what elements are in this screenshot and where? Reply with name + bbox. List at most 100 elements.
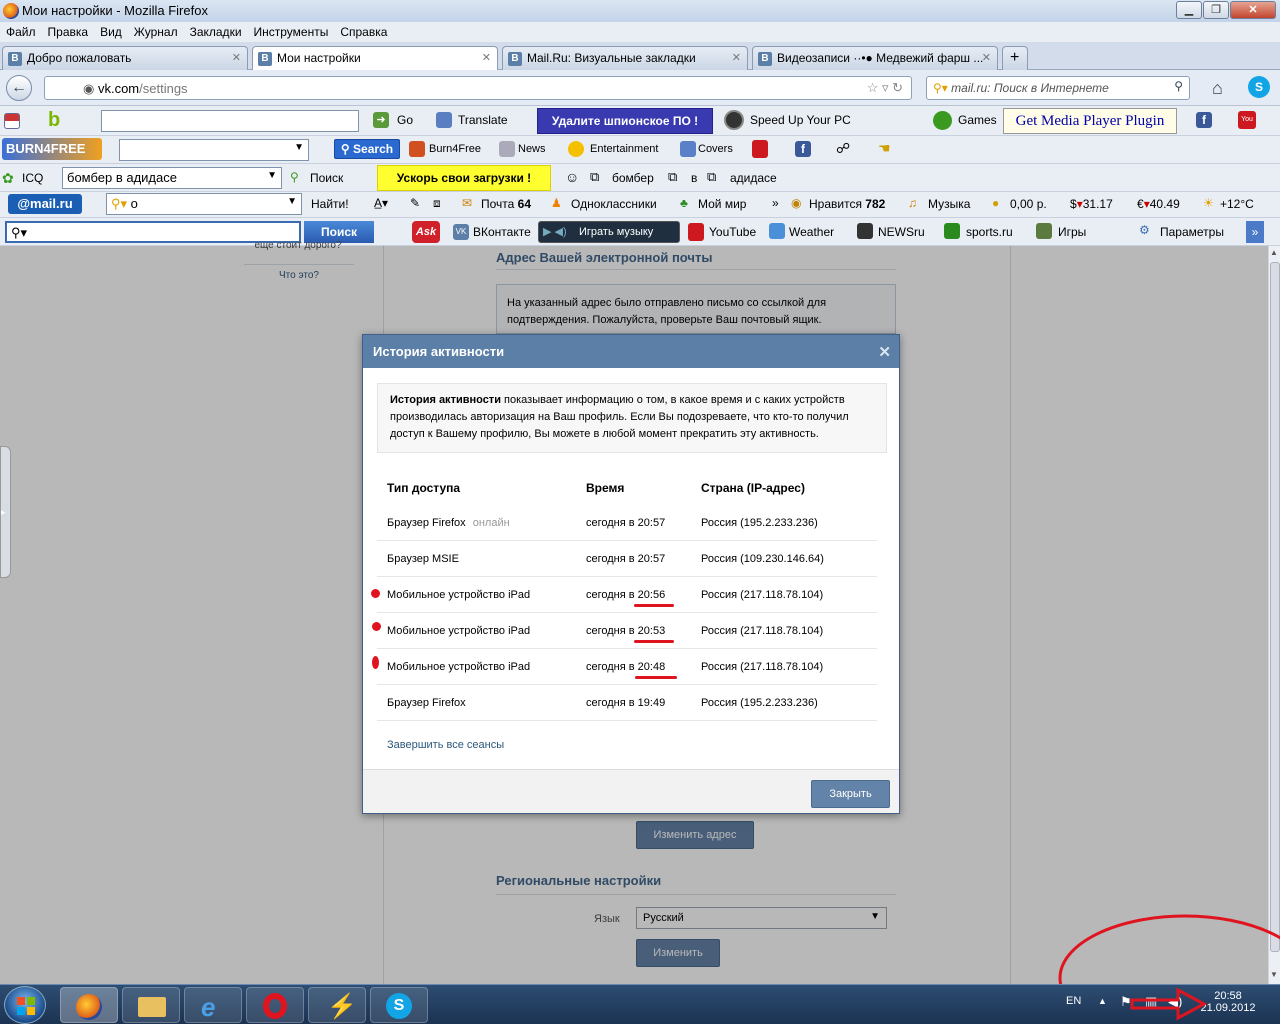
taskbar-explorer[interactable] xyxy=(122,987,180,1023)
minimize-button[interactable]: ▁ xyxy=(1176,1,1202,19)
language-indicator[interactable]: EN xyxy=(1066,995,1081,1007)
mailru-search-input[interactable]: ⚲▾ о ▼ xyxy=(106,193,302,215)
youtube-icon[interactable]: You xyxy=(1238,111,1256,129)
weather-menu[interactable]: Weather xyxy=(789,225,834,239)
weather-value[interactable]: +12°C xyxy=(1220,197,1254,211)
mail-link[interactable]: Почта 64 xyxy=(481,197,531,211)
tab-welcome[interactable]: B Добро пожаловать ✕ xyxy=(2,46,248,70)
icq-search-button[interactable]: Поиск xyxy=(310,171,343,185)
menu-history[interactable]: Журнал xyxy=(128,22,184,39)
highlight-word-1[interactable]: бомбер xyxy=(612,171,654,185)
facebook-icon[interactable]: f xyxy=(795,141,811,157)
taskbar-ie[interactable]: e xyxy=(184,987,242,1023)
speed-downloads-button[interactable]: Ускорь свои загрузки ! xyxy=(377,165,551,191)
taskbar-firefox[interactable] xyxy=(60,987,118,1023)
vkontakte-link[interactable]: ВКонтакте xyxy=(473,225,531,239)
menu-bookmarks[interactable]: Закладки xyxy=(184,22,248,39)
go-button[interactable]: Go xyxy=(397,113,413,127)
parameters-menu[interactable]: Параметры xyxy=(1160,225,1224,239)
close-tab-icon[interactable]: ✕ xyxy=(732,51,741,64)
entertainment-menu[interactable]: Entertainment xyxy=(590,143,658,155)
icq-menu[interactable]: ICQ xyxy=(22,171,43,185)
burn4free-logo-icon[interactable]: BURN4FREE xyxy=(2,138,102,160)
play-music-widget[interactable]: ▶ ◀) Играть музыку xyxy=(538,221,680,243)
share-icon[interactable]: ☍ xyxy=(836,140,850,157)
eur-rate[interactable]: €▾40.49 xyxy=(1137,197,1180,211)
burn4free-menu[interactable]: Burn4Free xyxy=(429,143,481,155)
menu-file[interactable]: Файл xyxy=(0,22,42,39)
smiley-icon[interactable]: ☺ xyxy=(565,169,579,185)
new-tab-button[interactable]: + xyxy=(1002,46,1028,70)
menu-edit[interactable]: Правка xyxy=(42,22,95,39)
scroll-thumb[interactable] xyxy=(1270,262,1280,952)
ask-logo-icon[interactable]: Ask xyxy=(412,221,440,243)
skype-icon[interactable]: S xyxy=(1248,76,1270,98)
likes-link[interactable]: Нравится 782 xyxy=(809,197,885,211)
highlight-word-3[interactable]: адидасе xyxy=(730,171,777,185)
menu-tools[interactable]: Инструменты xyxy=(248,22,335,39)
youtube-icon[interactable] xyxy=(752,140,768,158)
chevron-right-icon[interactable]: » xyxy=(1246,221,1264,243)
tab-settings[interactable]: B Мои настройки ✕ xyxy=(252,46,498,70)
tray-expand-icon[interactable]: ▲ xyxy=(1098,996,1107,1006)
end-all-sessions-link[interactable]: Завершить все сеансы xyxy=(387,739,504,751)
media-player-plugin-button[interactable]: Get Media Player Plugin xyxy=(1003,108,1177,134)
find-word-icon[interactable]: ⧉ xyxy=(668,169,677,185)
start-button[interactable] xyxy=(4,986,46,1024)
remove-spyware-button[interactable]: Удалите шпионское ПО ! xyxy=(537,108,713,134)
babylon-logo-icon[interactable]: b xyxy=(48,109,60,132)
reload-icon[interactable]: ☆ ▿ ↻ xyxy=(867,80,903,96)
balance-value[interactable]: 0,00 р. xyxy=(1010,197,1047,211)
us-flag-icon[interactable] xyxy=(4,113,20,129)
speed-up-button[interactable]: Speed Up Your PC xyxy=(750,113,851,127)
translate-button[interactable]: Translate xyxy=(458,113,508,127)
icq-search-input[interactable]: бомбер в адидасе ▼ xyxy=(62,167,282,189)
maximize-button[interactable]: ❐ xyxy=(1203,1,1229,19)
games-menu[interactable]: Игры xyxy=(1058,225,1086,239)
taskbar-skype[interactable]: S xyxy=(370,987,428,1023)
babylon-search-input[interactable] xyxy=(101,110,359,132)
covers-menu[interactable]: Covers xyxy=(698,143,733,155)
find-word-icon[interactable]: ⧉ xyxy=(590,169,599,185)
url-bar[interactable]: ◉ vk.com/settings ☆ ▿ ↻ xyxy=(44,76,912,100)
hand-icon[interactable]: ☚ xyxy=(878,140,891,157)
burn4free-search-input[interactable]: ▼ xyxy=(119,139,309,161)
close-tab-icon[interactable]: ✕ xyxy=(232,51,241,64)
taskbar-winamp[interactable]: ⚡ xyxy=(308,987,366,1023)
play-icon[interactable]: ▶ ◀) xyxy=(543,222,567,242)
games-button[interactable]: Games xyxy=(958,113,997,127)
scroll-up-arrow[interactable]: ▲ xyxy=(1270,248,1278,257)
mailru-logo[interactable]: @mail.ru xyxy=(8,194,82,214)
tab-videos[interactable]: B Видеозаписи ··•● Медвежий фарш ... ✕ xyxy=(752,46,998,70)
find-word-icon[interactable]: ⧉ xyxy=(707,169,716,185)
close-tab-icon[interactable]: ✕ xyxy=(982,51,991,64)
odnoklassniki-link[interactable]: Одноклассники xyxy=(571,197,657,211)
home-icon[interactable]: ⌂ xyxy=(1212,78,1223,99)
chevron-right-icon[interactable]: » xyxy=(772,196,779,210)
newsru-menu[interactable]: NEWSru xyxy=(878,225,925,239)
burn4free-search-button[interactable]: ⚲ Search xyxy=(334,139,400,159)
side-panel-handle[interactable]: ▸ xyxy=(0,446,11,578)
window-icon[interactable]: ⧈ xyxy=(433,196,441,211)
close-button[interactable]: Закрыть xyxy=(811,780,890,808)
usd-rate[interactable]: $▾31.17 xyxy=(1070,197,1113,211)
menu-help[interactable]: Справка xyxy=(334,22,393,39)
sports-menu[interactable]: sports.ru xyxy=(966,225,1013,239)
close-tab-icon[interactable]: ✕ xyxy=(482,51,491,64)
music-link[interactable]: Музыка xyxy=(928,197,970,211)
taskbar-opera[interactable] xyxy=(246,987,304,1023)
menu-view[interactable]: Вид xyxy=(94,22,128,39)
highlight-word-2[interactable]: в xyxy=(691,171,697,185)
moimir-link[interactable]: Мой мир xyxy=(698,197,746,211)
mailru-find-button[interactable]: Найти! xyxy=(311,197,349,211)
pencil-icon[interactable]: ✎ xyxy=(410,196,420,210)
page-scrollbar[interactable]: ▲ ▼ xyxy=(1268,246,1280,984)
close-icon[interactable]: ✕ xyxy=(878,343,891,361)
facebook-icon[interactable]: f xyxy=(1196,112,1212,128)
news-menu[interactable]: News xyxy=(518,143,546,155)
youtube-link[interactable]: YouTube xyxy=(709,225,756,239)
back-button[interactable]: ← xyxy=(6,75,32,101)
close-window-button[interactable]: ✕ xyxy=(1230,1,1276,19)
tab-mailru[interactable]: B Mail.Ru: Визуальные закладки ✕ xyxy=(502,46,748,70)
spellcheck-icon[interactable]: A̲▾ xyxy=(374,196,388,210)
